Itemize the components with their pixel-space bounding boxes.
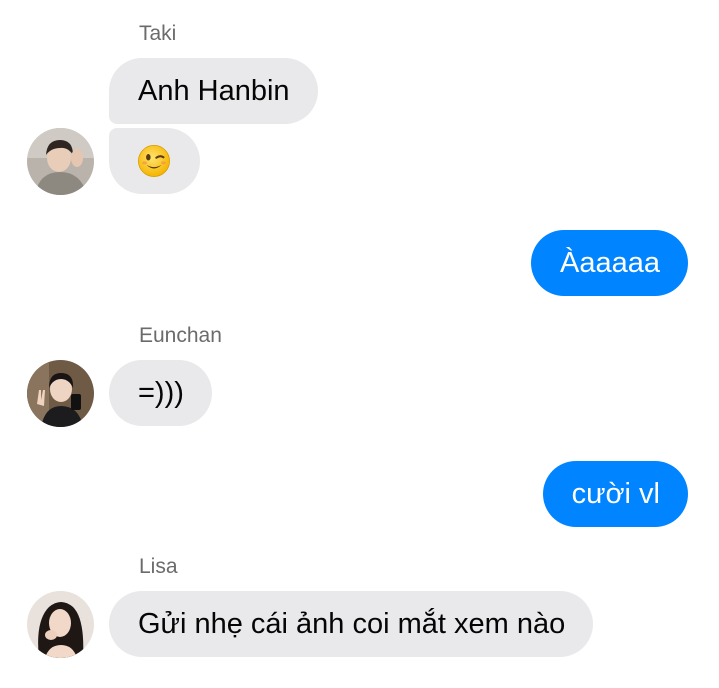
message-text: Gửi nhẹ cái ảnh coi mắt xem nào (138, 607, 566, 640)
avatar-eunchan[interactable] (27, 360, 94, 427)
message-text: Anh Hanbin (138, 74, 290, 107)
avatar-lisa[interactable] (27, 591, 94, 658)
message-bubble-outgoing[interactable]: cười vl (542, 461, 688, 527)
profile-photo-lisa (27, 591, 94, 658)
message-bubble-incoming[interactable]: Anh Hanbin (109, 58, 318, 124)
profile-photo-taki (27, 128, 94, 195)
message-bubble-incoming-emoji[interactable] (109, 128, 200, 194)
profile-photo-eunchan (27, 360, 94, 427)
message-bubble-outgoing[interactable]: Àaaaaa (531, 230, 688, 296)
avatar-taki[interactable] (27, 128, 94, 195)
sender-name-lisa: Lisa (139, 555, 178, 578)
message-text: =))) (138, 376, 184, 409)
message-bubble-incoming[interactable]: Gửi nhẹ cái ảnh coi mắt xem nào (109, 591, 594, 657)
sender-name-eunchan: Eunchan (139, 324, 222, 347)
winking-face-emoji-icon (138, 145, 170, 177)
sender-name-taki: Taki (139, 22, 177, 45)
message-text: cười vl (571, 477, 660, 510)
message-bubble-incoming[interactable]: =))) (109, 360, 212, 426)
message-text: Àaaaaa (560, 246, 660, 279)
